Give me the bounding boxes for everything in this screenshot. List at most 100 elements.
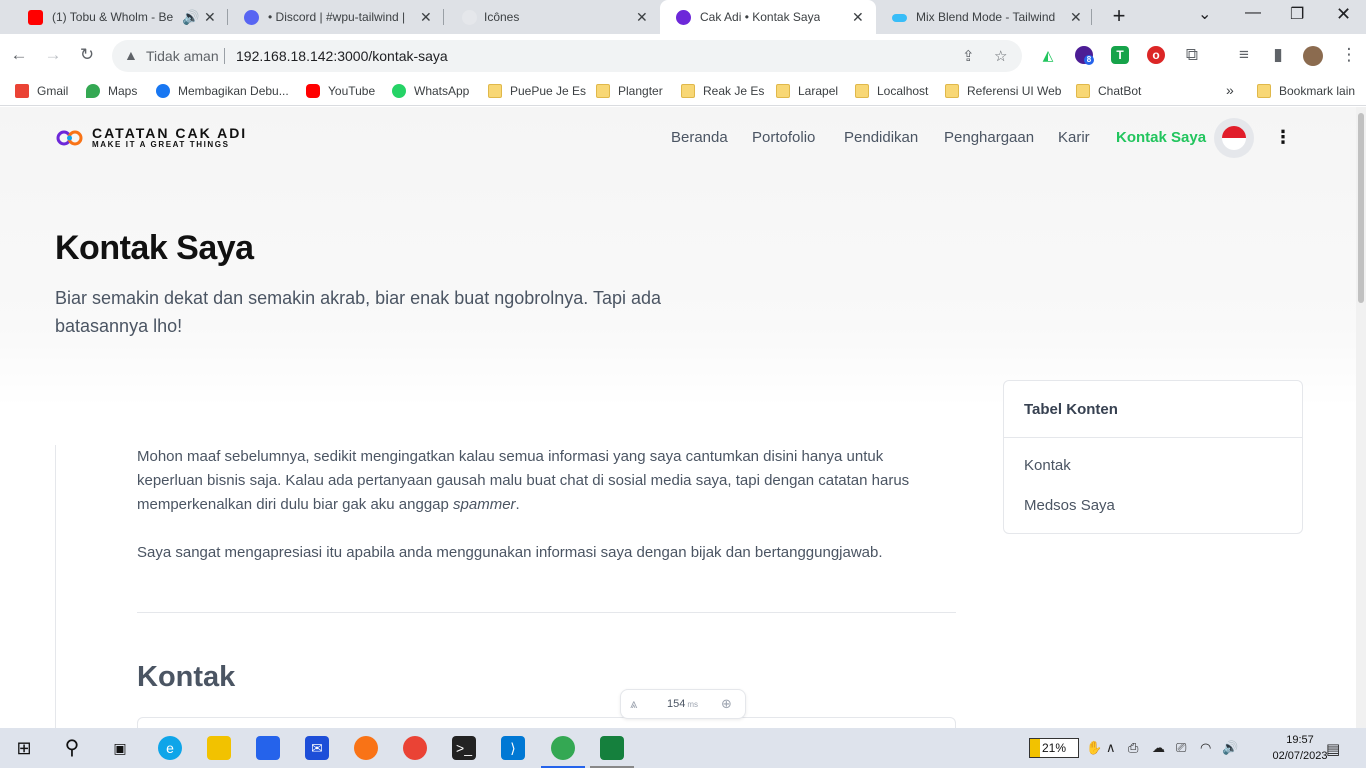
language-switch-button[interactable] [1214,118,1254,158]
bookmark-folder[interactable]: Reak Je Es [681,84,764,98]
store-icon[interactable] [256,736,280,760]
dev-tool-icon[interactable] [600,736,624,760]
bookmark-maps[interactable]: Maps [86,84,137,98]
side-panel-icon[interactable]: ▮ [1267,44,1289,66]
tab-title: Icônes [484,10,520,24]
droplet-icon [462,10,477,25]
menu-kebab-icon[interactable]: ⋮ [1338,44,1360,66]
folder-icon [681,84,695,98]
share-icon[interactable]: ⇪ [962,47,975,65]
nuxt-devtools-icon[interactable]: ◭ [1039,46,1057,64]
edge-icon[interactable]: e [158,736,182,760]
bookmark-folder[interactable]: Localhost [855,84,928,98]
file-explorer-icon[interactable] [207,736,231,760]
url-text[interactable]: 192.168.18.142:3000/kontak-saya [236,48,448,64]
tab-search-icon[interactable]: ⌄ [1198,4,1211,24]
close-window-icon[interactable]: ✕ [1336,4,1351,25]
tab-youtube[interactable]: (1) Tobu & Wholm - Be 🔊 ✕ [0,0,228,34]
bookmark-star-icon[interactable]: ☆ [994,47,1007,65]
tray-expand-icon[interactable]: ∧ [1106,740,1116,756]
media-controls-icon[interactable]: ≡ [1233,44,1255,66]
touch-icon[interactable]: ✋ [1086,740,1102,756]
extension-green-icon[interactable]: T [1111,46,1129,64]
system-clock[interactable]: 19:57 02/07/2023 [1272,732,1328,764]
bookmark-folder[interactable]: Plangter [596,84,663,98]
bookmark-folder[interactable]: Referensi UI Web [945,84,1061,98]
toc-item-medsos[interactable]: Medsos Saya [1024,497,1115,514]
tab-icones[interactable]: Icônes ✕ [444,0,660,34]
task-view-icon[interactable]: ▣ [108,736,132,760]
close-icon[interactable]: ✕ [852,9,864,26]
close-icon[interactable]: ✕ [1070,9,1082,26]
toc-item-kontak[interactable]: Kontak [1024,457,1071,474]
bookmark-youtube[interactable]: YouTube [306,84,375,98]
close-icon[interactable]: ✕ [420,9,432,26]
bookmark-facebook-debug[interactable]: Membagikan Debu... [156,84,289,98]
nuxt-icon[interactable]: ⩓ [630,696,637,712]
onedrive-icon[interactable]: ☁ [1152,740,1165,756]
wifi-icon[interactable]: ◠ [1200,740,1211,756]
terminal-icon[interactable]: >_ [452,736,476,760]
close-icon[interactable]: ✕ [204,9,216,26]
network-device-icon[interactable]: ⎚ [1176,740,1186,756]
chrome-icon[interactable] [403,736,427,760]
forward-icon[interactable]: → [42,44,64,66]
bookmark-folder[interactable]: ChatBot [1076,84,1141,98]
tab-tailwind[interactable]: Mix Blend Mode - Tailwind ✕ [876,0,1092,34]
folder-icon [855,84,869,98]
back-icon[interactable]: ← [8,44,30,66]
nav-beranda[interactable]: Beranda [671,129,728,146]
bookmarks-overflow-icon[interactable]: » [1226,82,1234,98]
battery-indicator[interactable]: 21% [1029,738,1079,758]
windows-start-icon[interactable]: ⊞ [12,736,36,760]
nav-karir[interactable]: Karir [1058,129,1090,146]
profile-avatar[interactable] [1303,46,1323,66]
security-label[interactable]: Tidak aman [146,48,219,64]
notification-icon[interactable]: ▤ [1326,740,1340,758]
bookmark-folder[interactable]: Larapel [776,84,838,98]
nav-portofolio[interactable]: Portofolio [752,129,815,146]
adblock-icon[interactable]: o [1147,46,1165,64]
extension-hat-icon[interactable]: 8 [1075,46,1094,65]
nav-penghargaan[interactable]: Penghargaan [944,129,1034,146]
nuxt-devtools-bar[interactable]: ⩓ 154 ms ⊕ [620,689,746,719]
close-icon[interactable]: ✕ [636,9,648,26]
volume-icon[interactable]: 🔊 [1222,740,1238,756]
target-icon[interactable]: ⊕ [721,696,732,712]
render-time: 154 ms [667,698,699,710]
browser-toolbar: ← → ↻ ▲ Tidak aman 192.168.18.142:3000/k… [0,34,1366,78]
speaker-icon[interactable]: 🔊 [182,9,199,26]
mail-icon[interactable]: ✉ [305,736,329,760]
article-content: Mohon maaf sebelumnya, sedikit mengingat… [55,445,956,728]
more-menu-icon[interactable]: ⋮ [1274,127,1292,148]
bookmark-gmail[interactable]: Gmail [15,84,68,98]
warning-icon[interactable]: ▲ [124,47,138,63]
extensions-puzzle-icon[interactable]: ⧉ [1181,44,1203,66]
table-of-contents: Tabel Konten Kontak Medsos Saya [1003,380,1303,534]
new-tab-button[interactable]: + [1105,4,1133,30]
youtube-icon [306,84,320,98]
chrome-profile-icon[interactable] [551,736,575,760]
device-icon[interactable]: ⎙ [1128,740,1138,756]
facebook-icon [156,84,170,98]
nav-pendidikan[interactable]: Pendidikan [844,129,918,146]
page-subtitle: Biar semakin dekat dan semakin akrab, bi… [55,288,662,336]
bookmark-folder[interactable]: PuePue Je Es [488,84,586,98]
bookmark-other-folder[interactable]: Bookmark lain [1257,84,1355,98]
address-bar[interactable]: ▲ Tidak aman 192.168.18.142:3000/kontak-… [112,40,1022,72]
reload-icon[interactable]: ↻ [76,44,98,66]
site-logo[interactable]: CATATAN CAK ADI MAKE IT A GREAT THINGS [55,125,247,151]
firefox-icon[interactable] [354,736,378,760]
divider [137,612,956,613]
tab-discord[interactable]: • Discord | #wpu-tailwind | ✕ [228,0,444,34]
maximize-icon[interactable]: ❐ [1290,4,1304,24]
minimize-icon[interactable]: — [1245,4,1261,22]
page-scrollbar[interactable] [1356,107,1366,728]
bookmark-whatsapp[interactable]: WhatsApp [392,84,469,98]
search-icon[interactable]: ⚲ [60,736,84,760]
bookmarks-bar: Gmail Maps Membagikan Debu... YouTube Wh… [0,78,1366,106]
youtube-icon [28,10,43,25]
vscode-icon[interactable]: ⟩ [501,736,525,760]
nav-kontak-saya[interactable]: Kontak Saya [1116,129,1206,146]
tab-kontak-saya[interactable]: Cak Adi • Kontak Saya ✕ [660,0,876,34]
